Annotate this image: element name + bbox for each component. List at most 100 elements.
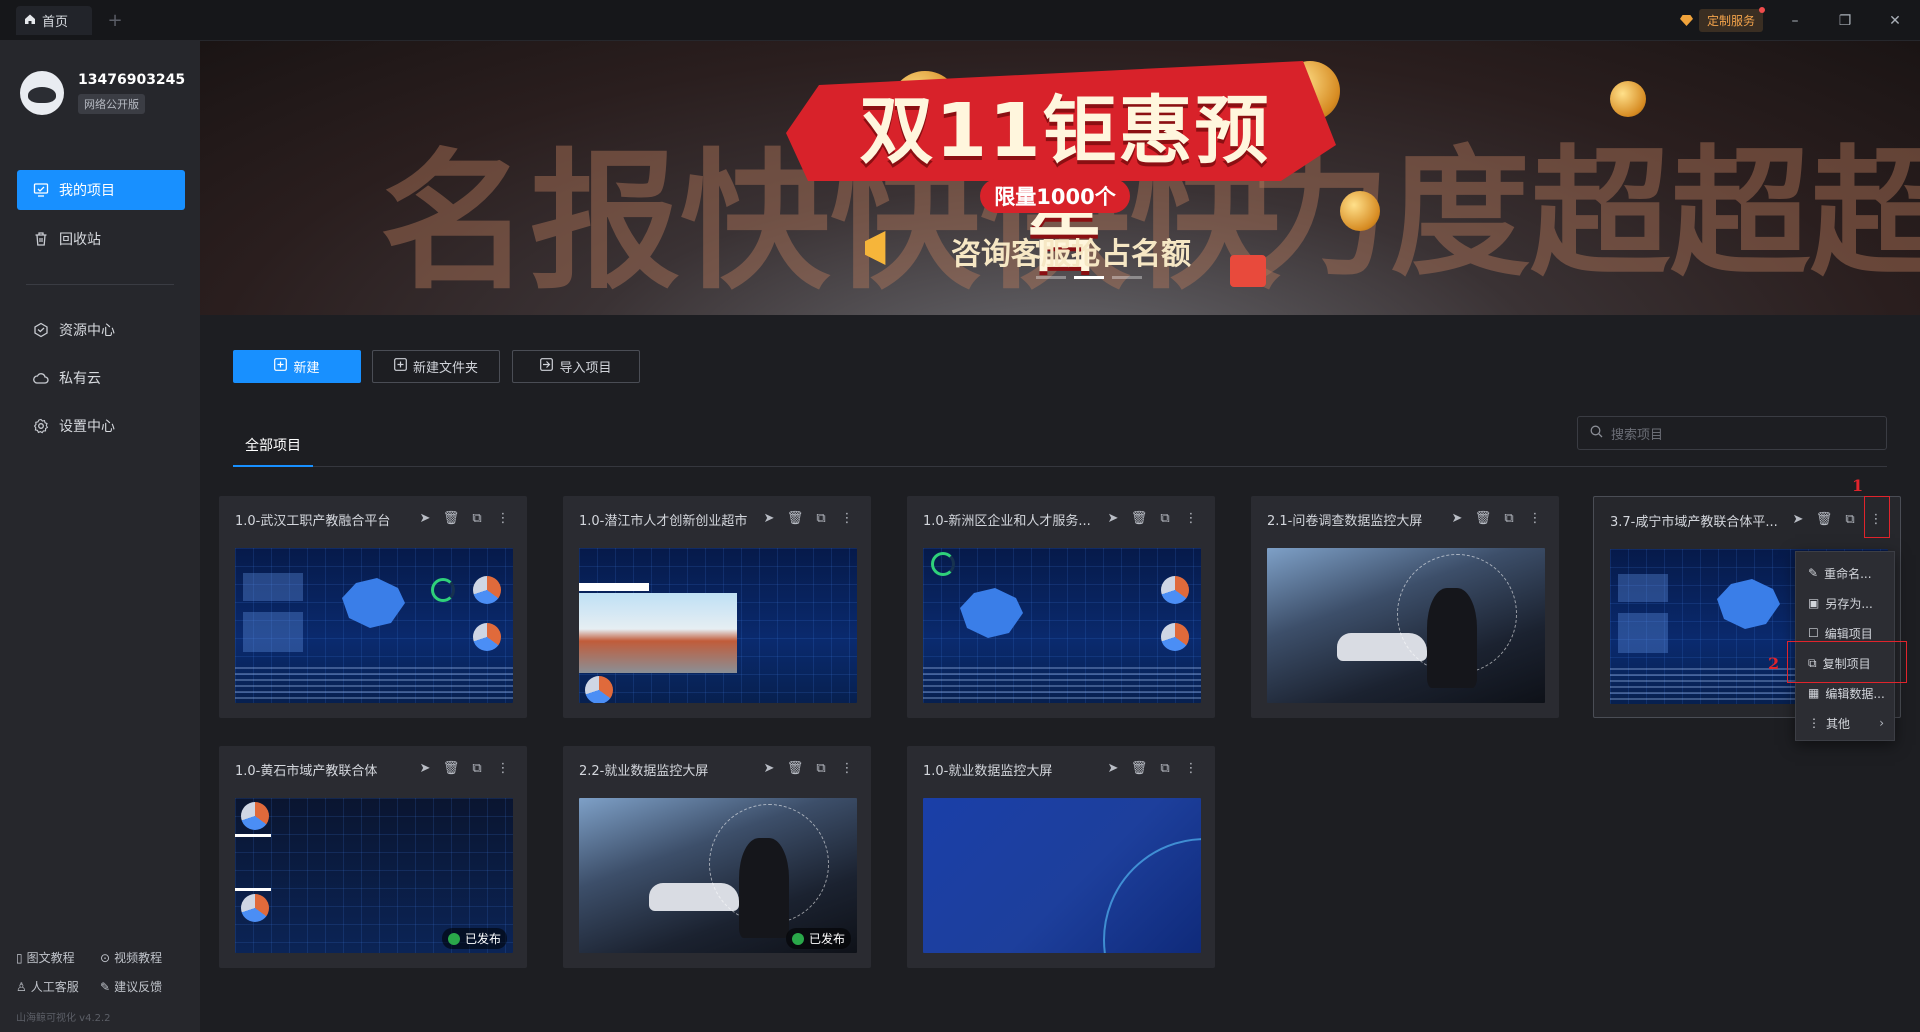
delete-icon[interactable]: 🗑 <box>1475 510 1492 526</box>
menu-item-save-as[interactable]: ▣ 另存为... <box>1796 588 1894 618</box>
coin-decoration <box>1340 191 1380 231</box>
more-icon[interactable]: ⋮ <box>1527 510 1543 526</box>
sidebar-item-private-cloud[interactable]: 私有云 <box>17 358 185 398</box>
project-thumbnail[interactable] <box>235 548 513 703</box>
sidebar-item-settings[interactable]: 设置中心 <box>17 406 185 446</box>
copy-icon[interactable]: ⧉ <box>813 510 829 526</box>
more-icon[interactable]: ⋮ <box>839 510 855 526</box>
new-project-button[interactable]: 新建 <box>233 350 361 383</box>
thumb-pie-chart <box>1161 576 1189 604</box>
project-thumbnail[interactable] <box>923 548 1201 703</box>
delete-icon[interactable]: 🗑 <box>443 760 460 776</box>
home-tab-label: 首页 <box>42 15 69 30</box>
project-thumbnail[interactable]: 已发布 <box>579 798 857 953</box>
project-card[interactable]: 1.0-就业数据监控大屏 ➤ 🗑 ⧉ ⋮ <box>907 746 1215 968</box>
copy-icon[interactable]: ⧉ <box>1501 510 1517 526</box>
sidebar-item-recycle-bin[interactable]: 回收站 <box>17 219 185 259</box>
publish-icon[interactable]: ➤ <box>417 760 433 776</box>
user-profile[interactable]: 13476903245 网络公开版 <box>20 71 185 115</box>
card-actions: ➤ 🗑 ⧉ ⋮ <box>761 510 855 526</box>
new-folder-button[interactable]: 新建文件夹 <box>372 350 500 383</box>
copy-icon[interactable]: ⧉ <box>1842 511 1858 527</box>
publish-icon[interactable]: ➤ <box>1105 760 1121 776</box>
human-service-link[interactable]: ♙ 人工客服 <box>16 978 100 995</box>
delete-icon[interactable]: 🗑 <box>1131 510 1148 526</box>
project-card[interactable]: 2.2-就业数据监控大屏 ➤ 🗑 ⧉ ⋮ 已发布 <box>563 746 871 968</box>
delete-icon[interactable]: 🗑 <box>1816 511 1833 527</box>
thumb-panel <box>243 612 303 652</box>
publish-icon[interactable]: ➤ <box>1790 511 1806 527</box>
more-icon[interactable]: ⋮ <box>495 760 511 776</box>
restore-button[interactable]: ❐ <box>1822 0 1868 41</box>
tutorial-text-link[interactable]: ▯ 图文教程 <box>16 949 100 966</box>
publish-icon[interactable]: ➤ <box>417 510 433 526</box>
copy-icon[interactable]: ⧉ <box>469 510 485 526</box>
plus-square-icon <box>274 358 288 375</box>
project-card[interactable]: 2.1-问卷调查数据监控大屏 ➤ 🗑 ⧉ ⋮ <box>1251 496 1559 718</box>
diamond-icon <box>1680 15 1693 26</box>
sidebar-item-resource-center[interactable]: 资源中心 <box>17 310 185 350</box>
project-card[interactable]: 1.0-新洲区企业和人才服务... ➤ 🗑 ⧉ ⋮ <box>907 496 1215 718</box>
project-thumbnail[interactable] <box>923 798 1201 953</box>
custom-service-button[interactable]: 定制服务 <box>1680 7 1766 32</box>
publish-icon[interactable]: ➤ <box>1105 510 1121 526</box>
map-graphic <box>960 588 1023 638</box>
delete-icon[interactable]: 🗑 <box>443 510 460 526</box>
folder-plus-icon <box>394 358 407 375</box>
thumb-figure <box>739 838 789 938</box>
avatar <box>20 71 64 115</box>
import-project-button[interactable]: 导入项目 <box>512 350 640 383</box>
promo-banner[interactable]: 名报快快快快 力度超超超级大 双11钜惠预告 限量1000个 咨询客服抢占名额 <box>200 41 1920 315</box>
project-thumbnail[interactable] <box>1267 548 1545 703</box>
delete-icon[interactable]: 🗑 <box>787 510 804 526</box>
sidebar-divider <box>26 284 174 285</box>
project-thumbnail[interactable]: 已发布 <box>235 798 513 953</box>
tutorial-video-link[interactable]: ⊙ 视频教程 <box>100 949 184 966</box>
project-title: 3.7-咸宁市域产教联合体平... <box>1610 515 1778 530</box>
copy-icon[interactable]: ⧉ <box>1157 510 1173 526</box>
project-card[interactable]: 1.0-武汉工职产教融合平台 ➤ 🗑 ⧉ ⋮ <box>219 496 527 718</box>
banner-dot-active[interactable] <box>1074 276 1104 279</box>
resource-icon <box>33 322 49 338</box>
card-actions: ➤ 🗑 ⧉ ⋮ <box>1105 760 1199 776</box>
book-icon: ▯ <box>16 950 23 965</box>
more-icon[interactable]: ⋮ <box>839 760 855 776</box>
publish-icon[interactable]: ➤ <box>1449 510 1465 526</box>
more-icon[interactable]: ⋮ <box>1183 510 1199 526</box>
gift-icon <box>1230 255 1266 287</box>
delete-icon[interactable]: 🗑 <box>787 760 804 776</box>
copy-icon[interactable]: ⧉ <box>1157 760 1173 776</box>
import-icon <box>540 358 554 375</box>
tab-all-projects[interactable]: 全部项目 <box>233 424 313 467</box>
card-actions: ➤ 🗑 ⧉ ⋮ <box>1449 510 1543 526</box>
menu-item-other[interactable]: ⋮ 其他 › <box>1796 708 1894 738</box>
banner-dot[interactable] <box>1036 276 1066 279</box>
delete-icon[interactable]: 🗑 <box>1131 760 1148 776</box>
more-icon[interactable]: ⋮ <box>495 510 511 526</box>
project-thumbnail[interactable] <box>579 548 857 703</box>
card-actions: ➤ 🗑 ⧉ ⋮ <box>1105 510 1199 526</box>
sidebar-item-my-projects[interactable]: 我的项目 <box>17 170 185 210</box>
banner-dot[interactable] <box>1112 276 1142 279</box>
project-icon <box>33 182 49 198</box>
tab-home[interactable]: 首页 <box>16 6 92 35</box>
more-icon[interactable]: ⋮ <box>1183 760 1199 776</box>
annotation-marker-1: 1 <box>1852 476 1864 495</box>
add-tab-button[interactable]: + <box>104 6 126 35</box>
minimize-button[interactable]: – <box>1772 0 1818 41</box>
search-input[interactable]: 搜索项目 <box>1577 416 1887 450</box>
thumb-figure <box>1427 588 1477 688</box>
published-dot-icon <box>791 932 804 945</box>
publish-icon[interactable]: ➤ <box>761 510 777 526</box>
thumb-pie-chart <box>241 894 269 922</box>
menu-item-rename[interactable]: ✎ 重命名... <box>1796 558 1894 588</box>
copy-icon[interactable]: ⧉ <box>469 760 485 776</box>
settings-icon <box>33 418 49 434</box>
project-card[interactable]: 1.0-黄石市域产教联合体 ➤ 🗑 ⧉ ⋮ 已发布 <box>219 746 527 968</box>
publish-icon[interactable]: ➤ <box>761 760 777 776</box>
copy-icon[interactable]: ⧉ <box>813 760 829 776</box>
project-card[interactable]: 1.0-潜江市人才创新创业超市 ➤ 🗑 ⧉ ⋮ <box>563 496 871 718</box>
close-button[interactable]: ✕ <box>1872 0 1918 41</box>
feedback-link[interactable]: ✎ 建议反馈 <box>100 978 184 995</box>
thumb-table <box>235 667 513 703</box>
